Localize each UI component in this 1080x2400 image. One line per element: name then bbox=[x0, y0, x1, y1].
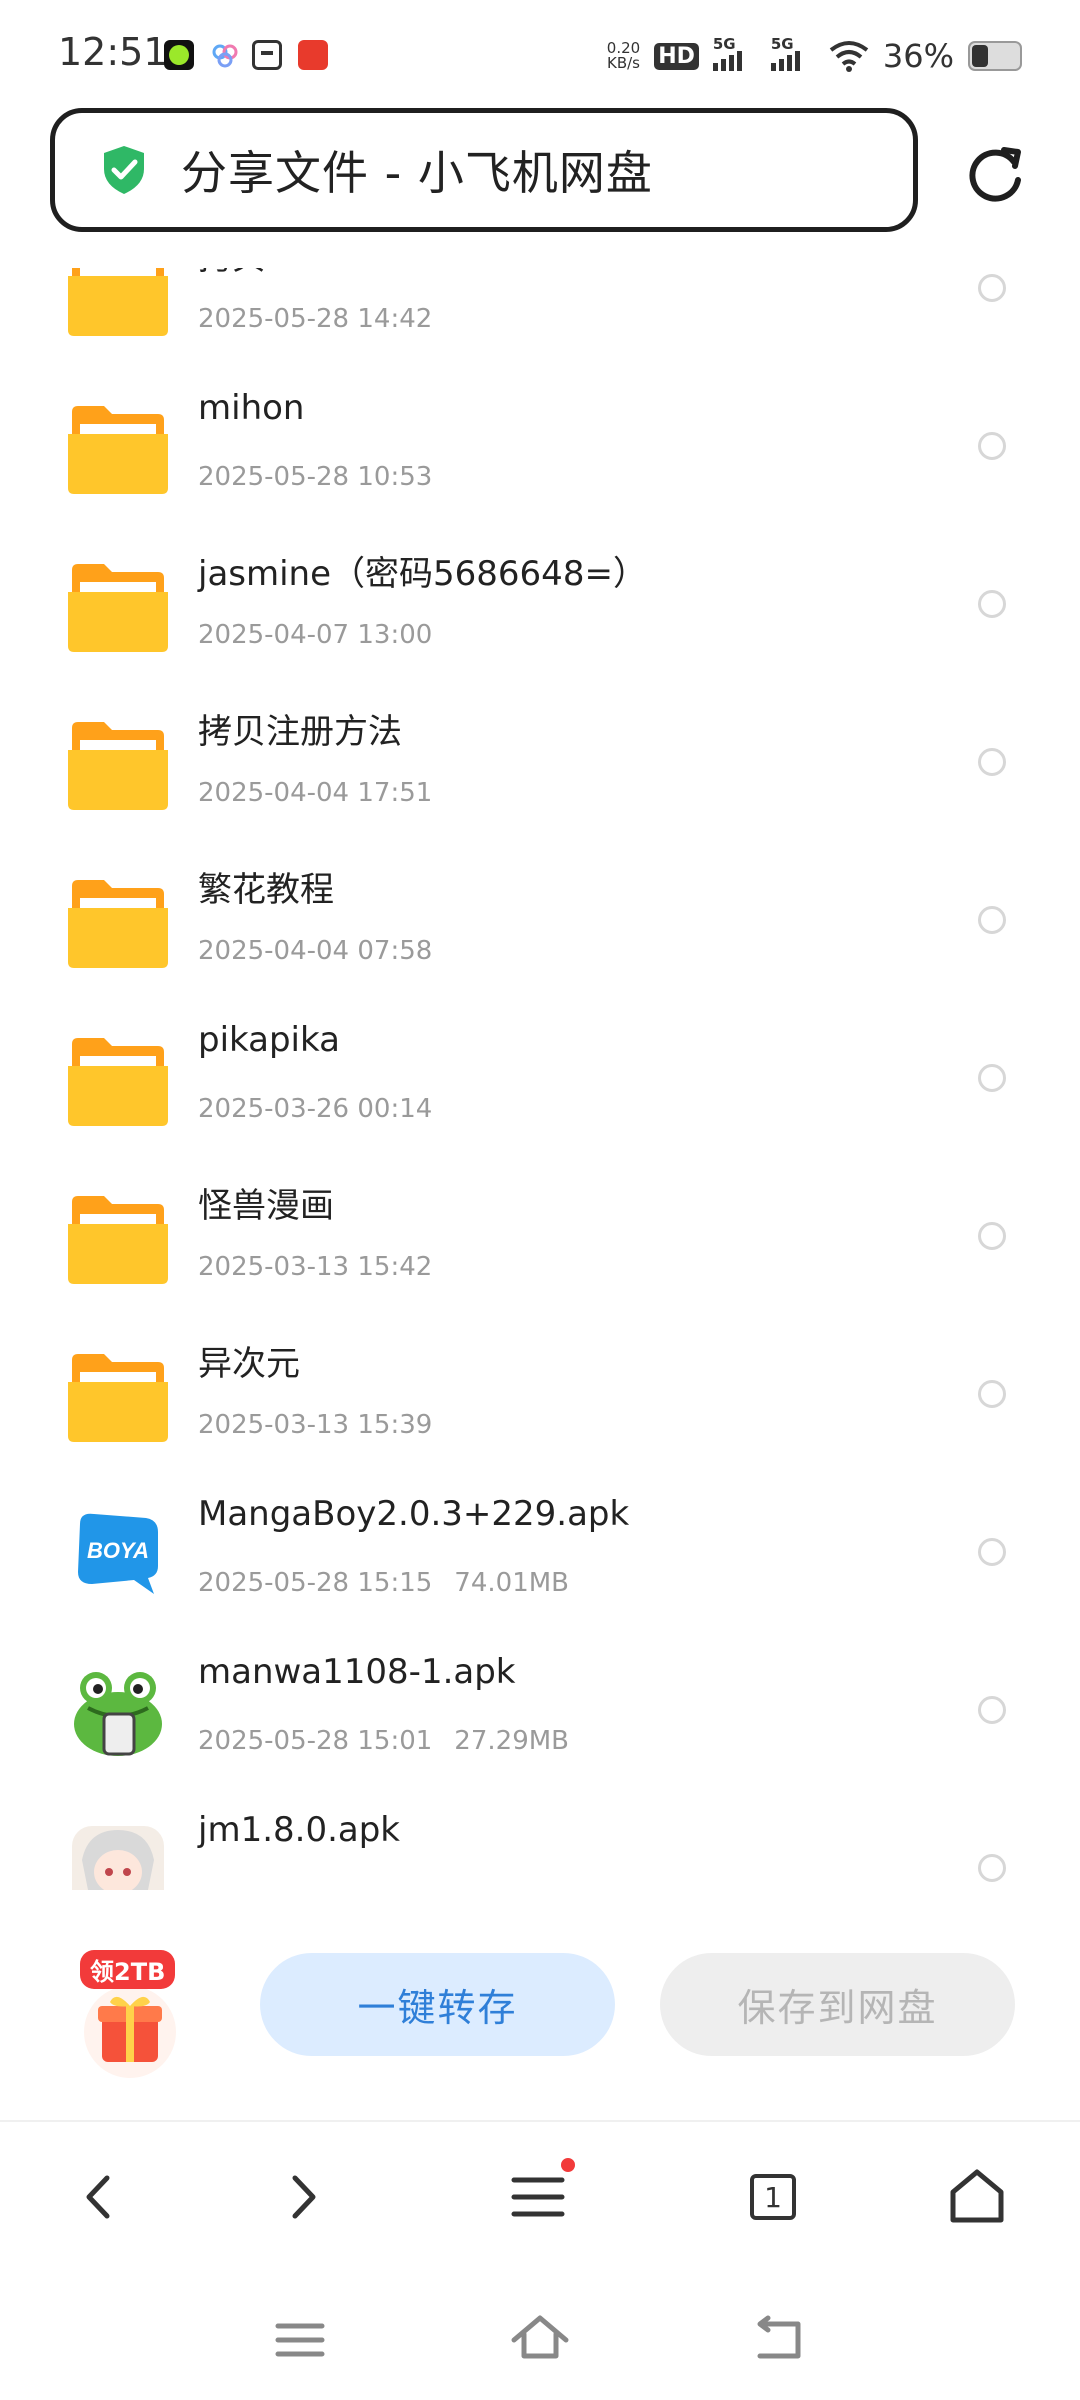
file-row[interactable]: jasmine（密码5686648=） 2025-04-07 13:00 bbox=[0, 528, 1080, 686]
net-speed: 0.20 KB/s bbox=[606, 39, 641, 72]
file-meta: 2025-05-28 15:15 74.01MB bbox=[198, 1568, 569, 1598]
file-name: 拷贝注册方法 bbox=[198, 712, 402, 752]
recent-apps-icon[interactable] bbox=[270, 2310, 330, 2370]
file-meta: 2025-04-07 13:00 bbox=[198, 620, 433, 650]
browser-nav: 1 bbox=[0, 2120, 1080, 2272]
anime-girl-app-icon bbox=[72, 1826, 164, 1890]
file-row[interactable]: mihon 2025-05-28 10:53 bbox=[0, 370, 1080, 528]
file-row[interactable]: BOYA MangaBoy2.0.3+229.apk 2025-05-28 15… bbox=[0, 1476, 1080, 1634]
reload-icon[interactable] bbox=[962, 140, 1028, 206]
back-button[interactable] bbox=[64, 2162, 134, 2232]
file-row[interactable]: 繁花教程 2025-04-04 07:58 bbox=[0, 844, 1080, 1002]
select-radio[interactable] bbox=[978, 906, 1006, 934]
file-name: 怪兽漫画 bbox=[198, 1186, 334, 1226]
home-button[interactable] bbox=[942, 2162, 1012, 2232]
address-bar[interactable]: 分享文件 - 小飞机网盘 bbox=[50, 108, 918, 232]
hd-badge: HD bbox=[654, 42, 699, 70]
file-meta: 2025-04-04 07:58 bbox=[198, 936, 433, 966]
system-nav bbox=[0, 2270, 1080, 2400]
file-list[interactable]: 拷贝 2025-05-28 14:42 mihon 2025-05-28 10:… bbox=[0, 268, 1080, 1890]
system-back-icon[interactable] bbox=[750, 2310, 810, 2370]
chevron-left-icon bbox=[86, 2175, 110, 2219]
folder-icon bbox=[68, 268, 168, 336]
select-radio[interactable] bbox=[978, 590, 1006, 618]
file-meta: 2025-05-28 10:53 bbox=[198, 462, 433, 492]
folder-icon bbox=[68, 1038, 168, 1126]
flower-app-icon bbox=[210, 40, 240, 70]
save-to-disk-button[interactable]: 保存到网盘 bbox=[660, 1953, 1015, 2056]
select-radio[interactable] bbox=[978, 1696, 1006, 1724]
file-row[interactable]: 怪兽漫画 2025-03-13 15:42 bbox=[0, 1160, 1080, 1318]
green-circle-app-icon bbox=[164, 40, 194, 70]
signal-5g-icon-1: 5G bbox=[712, 35, 757, 71]
file-meta: 2025-03-13 15:42 bbox=[198, 1252, 433, 1282]
system-home-icon[interactable] bbox=[510, 2310, 570, 2370]
file-row[interactable]: pikapika 2025-03-26 00:14 bbox=[0, 1002, 1080, 1160]
file-name: MangaBoy2.0.3+229.apk bbox=[198, 1494, 630, 1534]
file-name: mihon bbox=[198, 388, 305, 428]
folder-icon bbox=[68, 406, 168, 494]
battery-percent: 36% bbox=[882, 37, 954, 75]
select-radio[interactable] bbox=[978, 274, 1006, 302]
select-radio[interactable] bbox=[978, 1064, 1006, 1092]
folder-icon bbox=[68, 722, 168, 810]
chevron-right-icon bbox=[292, 2175, 316, 2219]
gift-badge: 领2TB bbox=[80, 1950, 176, 1989]
notification-dot bbox=[561, 2158, 575, 2172]
file-row[interactable]: manwa1108-1.apk 2025-05-28 15:01 27.29MB bbox=[0, 1634, 1080, 1792]
select-radio[interactable] bbox=[978, 1854, 1006, 1882]
file-meta: 2025-05-28 14:42 bbox=[198, 304, 433, 334]
file-name: jm1.8.0.apk bbox=[198, 1810, 400, 1850]
file-row[interactable]: 异次元 2025-03-13 15:39 bbox=[0, 1318, 1080, 1476]
file-name: manwa1108-1.apk bbox=[198, 1652, 516, 1692]
file-meta: 2025-03-26 00:14 bbox=[198, 1094, 433, 1124]
file-meta: 2025-03-13 15:39 bbox=[198, 1410, 433, 1440]
file-name: pikapika bbox=[198, 1020, 340, 1060]
select-radio[interactable] bbox=[978, 748, 1006, 776]
battery-icon bbox=[968, 41, 1022, 71]
hamburger-menu-icon bbox=[511, 2177, 565, 2217]
folder-icon bbox=[68, 564, 168, 652]
status-time: 12:51 bbox=[58, 30, 168, 74]
tabs-count: 1 bbox=[750, 2174, 796, 2220]
file-meta: 2025-05-28 15:01 27.29MB bbox=[198, 1726, 569, 1756]
folder-icon bbox=[68, 1196, 168, 1284]
file-name: 异次元 bbox=[198, 1344, 300, 1384]
folder-icon bbox=[68, 1354, 168, 1442]
file-name: jasmine（密码5686648=） bbox=[198, 554, 647, 594]
svg-text:BOYA: BOYA bbox=[87, 1538, 149, 1563]
page-title: 分享文件 - 小飞机网盘 bbox=[181, 146, 653, 200]
signal-5g-icon-2: 5G bbox=[770, 35, 815, 71]
boya-app-icon: BOYA bbox=[78, 1513, 158, 1594]
taobao-app-icon bbox=[298, 40, 328, 70]
file-name: 繁花教程 bbox=[198, 870, 334, 910]
file-meta: 2025-04-04 17:51 bbox=[198, 778, 433, 808]
menu-button[interactable] bbox=[503, 2158, 575, 2232]
wifi-icon bbox=[829, 41, 869, 72]
file-name: 拷贝 bbox=[198, 268, 266, 279]
wallet-app-icon bbox=[252, 40, 282, 70]
frog-app-icon bbox=[74, 1672, 162, 1756]
select-radio[interactable] bbox=[978, 1222, 1006, 1250]
tabs-button[interactable]: 1 bbox=[738, 2162, 808, 2232]
file-size: 27.29MB bbox=[454, 1726, 569, 1756]
status-bar: 12:51 0.20 KB/s HD 5G 5G 36% bbox=[0, 0, 1080, 110]
home-icon bbox=[950, 2169, 1004, 2223]
select-radio[interactable] bbox=[978, 432, 1006, 460]
one-click-transfer-button[interactable]: 一键转存 bbox=[260, 1953, 615, 2056]
forward-button[interactable] bbox=[268, 2162, 338, 2232]
select-radio[interactable] bbox=[978, 1538, 1006, 1566]
gift-promo[interactable]: 领2TB bbox=[80, 1950, 180, 2080]
file-row[interactable]: 拷贝注册方法 2025-04-04 17:51 bbox=[0, 686, 1080, 844]
select-radio[interactable] bbox=[978, 1380, 1006, 1408]
shield-check-icon bbox=[104, 146, 144, 194]
file-size: 74.01MB bbox=[454, 1568, 569, 1598]
file-row[interactable]: 拷贝 2025-05-28 14:42 bbox=[0, 268, 1080, 370]
file-row[interactable]: jm1.8.0.apk bbox=[0, 1792, 1080, 1890]
folder-icon bbox=[68, 880, 168, 968]
